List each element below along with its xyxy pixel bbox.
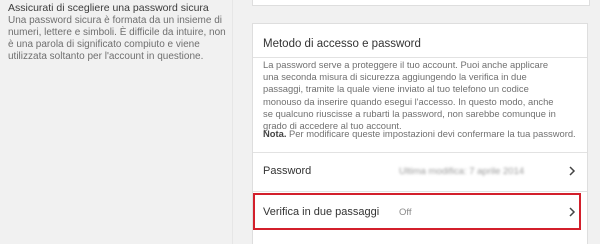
chevron-right-icon [569, 166, 576, 176]
card-title: Metodo di accesso e password [263, 38, 421, 50]
previous-card-edge [252, 0, 590, 6]
card-description: La password serve a proteggere il tuo ac… [263, 59, 556, 132]
signin-password-card: Metodo di accesso e password La password… [252, 23, 588, 244]
left-info-panel: Assicurati di scegliere una password sic… [0, 0, 233, 244]
two-step-verification-label: Verifica in due passaggi [263, 206, 380, 218]
password-row-label: Password [263, 165, 312, 177]
security-settings-page: Assicurati di scegliere una password sic… [0, 0, 600, 244]
card-note: Nota. Per modificare queste impostazioni… [263, 128, 576, 140]
card-title-divider [253, 57, 587, 58]
two-step-verification-row[interactable]: Verifica in due passaggi Off [253, 196, 587, 230]
password-last-modified: Ultima modifica: 7 aprile 2014 [399, 166, 525, 177]
two-step-verification-status: Off [399, 207, 412, 218]
password-row[interactable]: Password Ultima modifica: 7 aprile 2014 [253, 155, 587, 189]
rows-divider-middle [253, 191, 587, 192]
left-panel-title: Assicurati di scegliere una password sic… [8, 2, 209, 14]
rows-divider-top [253, 152, 587, 153]
chevron-right-icon [569, 207, 576, 217]
left-panel-description: Una password sicura è formata da un insi… [8, 15, 226, 62]
note-label: Nota. [263, 128, 287, 139]
note-text: Per modificare queste impostazioni devi … [286, 128, 576, 139]
